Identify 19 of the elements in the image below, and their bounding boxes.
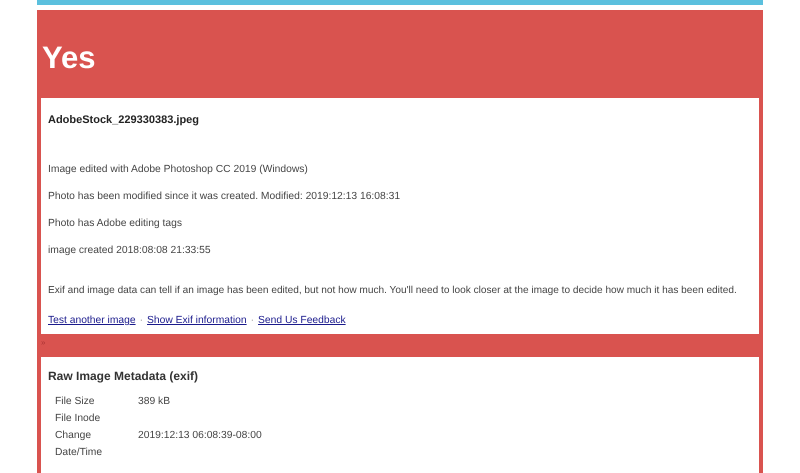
arrow-mark: » — [41, 338, 46, 347]
finding-text: Image edited with Adobe Photoshop CC 2019 (Windows) — [48, 164, 309, 176]
field-label: File Size — [55, 395, 96, 409]
metadata-title: Raw Image Metadata (exif) — [48, 369, 200, 383]
file-name: AdobeStock_229330383.jpeg — [48, 114, 200, 126]
finding-text: image created 2018:08:08 21:33:55 — [48, 245, 212, 257]
field-label: File Inode — [55, 412, 102, 426]
link[interactable]: Test another image — [48, 315, 136, 326]
separator-dot: · — [250, 315, 254, 326]
field-value: 389 kB — [138, 395, 170, 409]
field-label: Change Date/Time — [55, 429, 104, 460]
note-text: Exif and image data can tell if an image has been edited, but not how much. You'll need to look closer at the image to decide how much it has been edited. — [48, 285, 738, 297]
finding-text: Photo has been modified since it was created. Modified: 2019:12:13 16:08:31 — [48, 191, 402, 203]
finding-text: Photo has Adobe editing tags — [48, 218, 183, 230]
field-value: 2019:12:13 06:08:39-08:00 — [138, 429, 262, 443]
verdict-heading: Yes — [41, 39, 96, 77]
link[interactable]: Send Us Feedback — [258, 315, 346, 326]
separator-dot: · — [140, 315, 144, 326]
link[interactable]: Show Exif information — [147, 315, 247, 326]
